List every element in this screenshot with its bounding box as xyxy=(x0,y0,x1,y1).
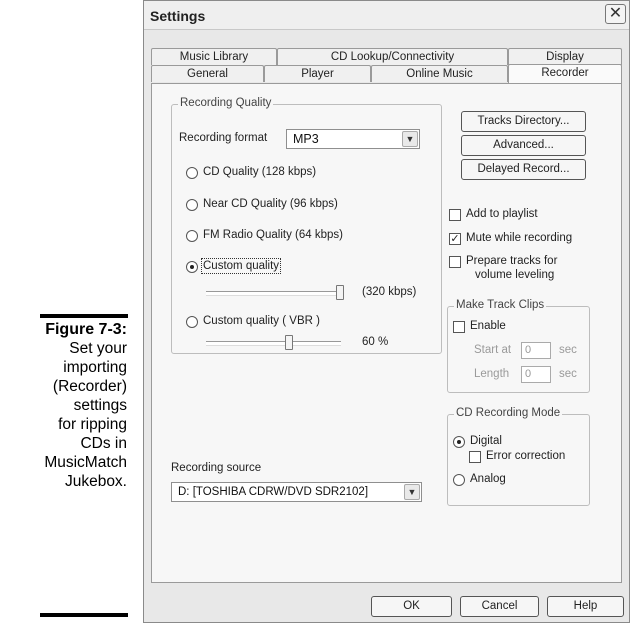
cd-quality-label: CD Quality (128 kbps) xyxy=(203,166,317,178)
make-track-clips-label: Make Track Clips xyxy=(454,299,547,311)
recording-source-label: Recording source xyxy=(171,462,262,474)
make-track-clips-group: Make Track Clips Enable Start at 0 sec L… xyxy=(447,299,590,393)
start-at-label: Start at xyxy=(474,344,512,356)
prepare-tracks-label-line1: Prepare tracks for xyxy=(466,255,558,267)
mute-while-recording-checkbox[interactable]: ✓ xyxy=(449,233,461,245)
length-label: Length xyxy=(474,368,510,380)
recorder-panel: Recording Quality Recording format MP3 ▼… xyxy=(151,83,622,583)
custom-quality-value: (320 kbps) xyxy=(362,286,417,298)
figure-caption: Figure 7-3: Set your importing (Recorder… xyxy=(0,320,127,491)
recording-source-select[interactable]: D: [TOSHIBA CDRW/DVD SDR2102] ▼ xyxy=(171,482,422,502)
close-icon: ✕ xyxy=(608,5,623,22)
caption-top-rule xyxy=(40,314,128,318)
recording-format-select[interactable]: MP3 ▼ xyxy=(286,129,420,149)
length-input[interactable]: 0 xyxy=(521,366,551,383)
prepare-tracks-label-line2: volume leveling xyxy=(475,269,555,281)
caption-line: Set your xyxy=(69,340,127,357)
near-cd-quality-label: Near CD Quality (96 kbps) xyxy=(203,198,338,210)
cd-recording-mode-label: CD Recording Mode xyxy=(454,407,563,419)
caption-line: settings xyxy=(73,397,127,414)
mute-while-recording-label: Mute while recording xyxy=(466,232,573,244)
vbr-slider-track[interactable] xyxy=(206,341,341,346)
caption-line: importing xyxy=(63,359,127,376)
caption-bottom-rule xyxy=(40,613,128,617)
caption-line: for ripping xyxy=(58,416,127,433)
recording-format-label: Recording format xyxy=(179,132,268,144)
recording-source-value: D: [TOSHIBA CDRW/DVD SDR2102] xyxy=(178,486,369,498)
caption-line: MusicMatch xyxy=(44,454,127,471)
tab-recorder[interactable]: Recorder xyxy=(508,64,622,83)
custom-quality-vbr-radio[interactable] xyxy=(186,316,198,328)
tab-music-library[interactable]: Music Library xyxy=(151,48,277,65)
recording-format-value: MP3 xyxy=(293,132,319,146)
tab-display[interactable]: Display xyxy=(508,48,622,65)
recording-quality-label: Recording Quality xyxy=(178,97,274,109)
dialog-title: Settings xyxy=(150,8,206,24)
recording-quality-group: Recording Quality Recording format MP3 ▼… xyxy=(171,97,442,354)
custom-quality-slider-thumb[interactable] xyxy=(336,285,344,300)
caption-line: (Recorder) xyxy=(52,378,127,395)
add-to-playlist-checkbox[interactable] xyxy=(449,209,461,221)
chevron-down-icon: ▼ xyxy=(402,131,418,147)
cd-quality-radio[interactable] xyxy=(186,167,198,179)
fm-radio-quality-radio[interactable] xyxy=(186,230,198,242)
start-at-unit: sec xyxy=(559,344,577,356)
tracks-directory-button[interactable]: Tracks Directory... xyxy=(461,111,586,132)
chevron-down-icon: ▼ xyxy=(404,484,420,500)
figure-label: Figure 7-3: xyxy=(45,321,127,338)
digital-radio[interactable] xyxy=(453,436,465,448)
tab-online-music[interactable]: Online Music xyxy=(371,65,508,82)
start-at-input[interactable]: 0 xyxy=(521,342,551,359)
error-correction-checkbox[interactable] xyxy=(469,451,481,463)
custom-quality-vbr-label: Custom quality ( VBR ) xyxy=(203,315,320,327)
analog-label: Analog xyxy=(470,473,506,485)
analog-radio[interactable] xyxy=(453,474,465,486)
caption-line: Jukebox. xyxy=(64,473,127,490)
title-bar: Settings ✕ xyxy=(144,1,629,30)
length-unit: sec xyxy=(559,368,577,380)
near-cd-quality-radio[interactable] xyxy=(186,199,198,211)
fm-radio-quality-label: FM Radio Quality (64 kbps) xyxy=(203,229,343,241)
add-to-playlist-label: Add to playlist xyxy=(466,208,538,220)
vbr-slider-thumb[interactable] xyxy=(285,335,293,350)
help-button[interactable]: Help xyxy=(547,596,624,617)
enable-clips-label: Enable xyxy=(470,320,506,332)
tab-general[interactable]: General xyxy=(151,65,264,82)
custom-quality-label: Custom quality xyxy=(200,258,282,274)
cancel-button[interactable]: Cancel xyxy=(460,596,539,617)
delayed-record-button[interactable]: Delayed Record... xyxy=(461,159,586,180)
prepare-tracks-checkbox[interactable] xyxy=(449,256,461,268)
vbr-value: 60 % xyxy=(362,336,389,348)
tab-cd-lookup-connectivity[interactable]: CD Lookup/Connectivity xyxy=(277,48,508,65)
enable-clips-checkbox[interactable] xyxy=(453,321,465,333)
advanced-button[interactable]: Advanced... xyxy=(461,135,586,156)
digital-label: Digital xyxy=(470,435,502,447)
cd-recording-mode-group: CD Recording Mode Digital Error correcti… xyxy=(447,407,590,506)
ok-button[interactable]: OK xyxy=(371,596,452,617)
custom-quality-radio[interactable] xyxy=(186,261,198,273)
tab-player[interactable]: Player xyxy=(264,65,371,82)
custom-quality-slider-track[interactable] xyxy=(206,291,341,296)
caption-line: CDs in xyxy=(80,435,127,452)
error-correction-label: Error correction xyxy=(486,450,566,462)
close-button[interactable]: ✕ xyxy=(605,4,626,24)
settings-dialog: Settings ✕ Music Library CD Lookup/Conne… xyxy=(143,0,630,623)
